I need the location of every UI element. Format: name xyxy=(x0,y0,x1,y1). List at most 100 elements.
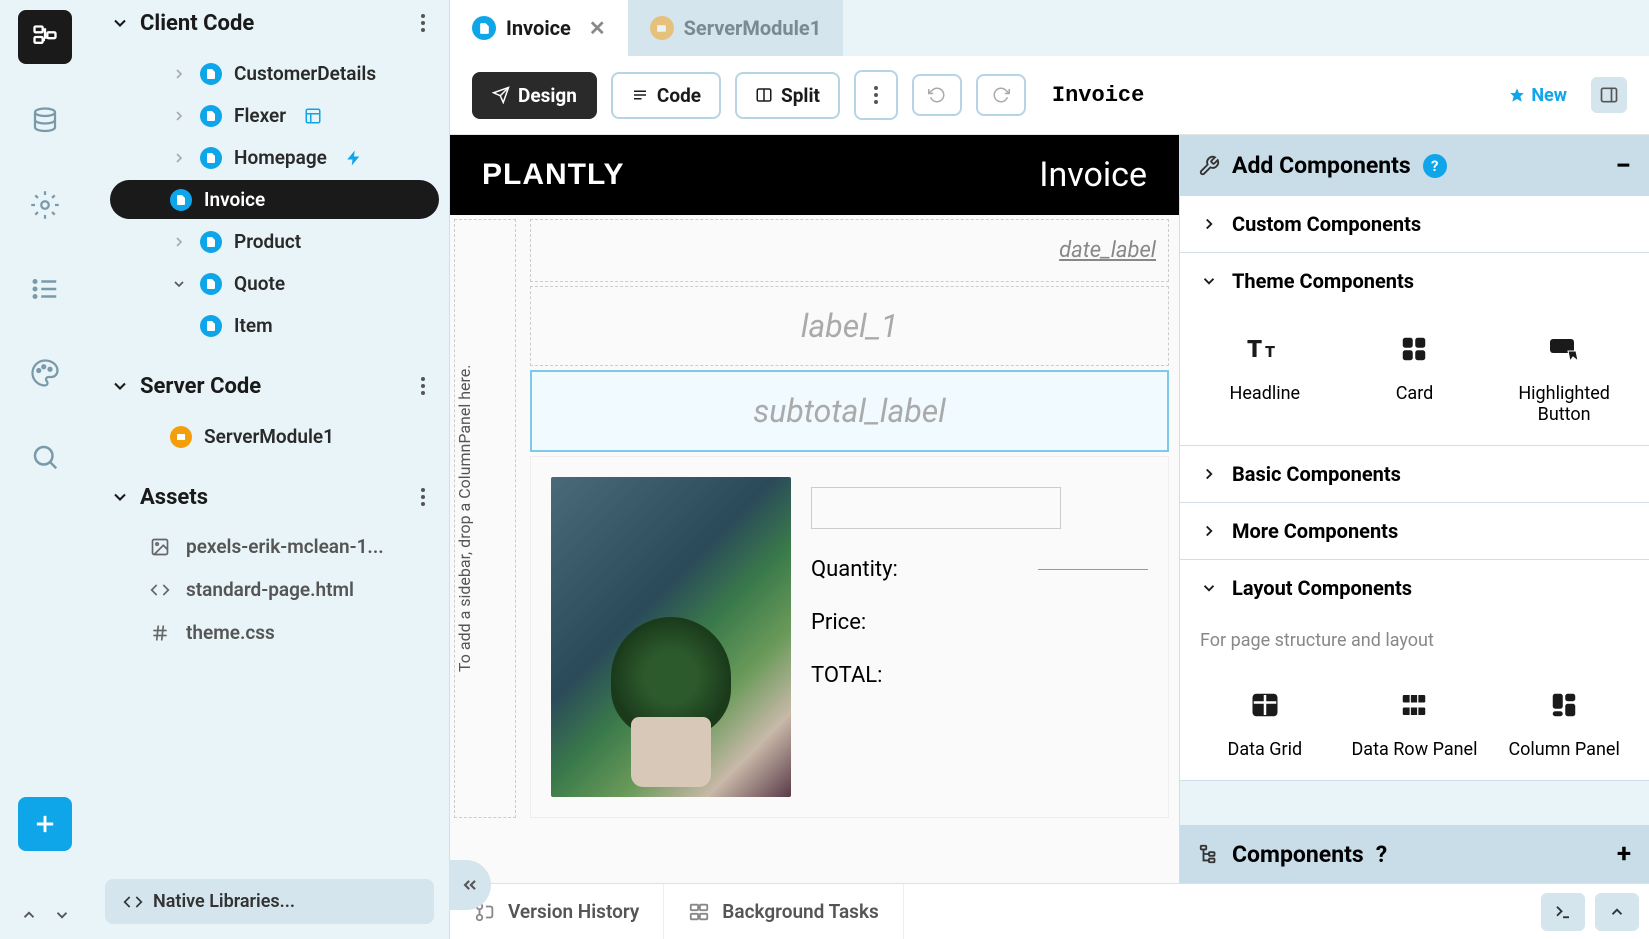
layout-badge-icon xyxy=(304,107,322,125)
server-tree: ServerModule1 xyxy=(90,409,449,474)
tree-item-quote-item[interactable]: Item xyxy=(110,306,439,345)
component-label: Column Panel xyxy=(1508,739,1619,760)
collapse-up-icon[interactable] xyxy=(15,901,43,929)
component-label: Highlighted Button xyxy=(1494,383,1634,425)
collapse-down-icon[interactable] xyxy=(48,901,76,929)
code-button[interactable]: Code xyxy=(611,72,721,119)
component-data-row-panel[interactable]: Data Row Panel xyxy=(1344,685,1484,760)
editor-tabs: Invoice ✕ ServerModule1 xyxy=(450,0,1649,56)
sidebar-dropzone[interactable]: To add a sidebar, drop a ColumnPanel her… xyxy=(454,219,516,818)
add-button[interactable] xyxy=(18,797,72,851)
console-button[interactable] xyxy=(1541,893,1585,931)
tab-servermodule[interactable]: ServerModule1 xyxy=(628,0,844,56)
iconbar-bottom xyxy=(15,901,76,929)
tree-icon xyxy=(1198,843,1220,865)
form-content: date_label label_1 subtotal_label Quanti… xyxy=(520,215,1179,822)
server-code-menu-icon[interactable] xyxy=(417,373,429,399)
component-label: Card xyxy=(1396,383,1434,404)
tree-label: CustomerDetails xyxy=(234,62,376,85)
tab-close-icon[interactable]: ✕ xyxy=(589,16,606,40)
component-headline[interactable]: TT Headline xyxy=(1195,329,1335,425)
background-tasks-tab[interactable]: Background Tasks xyxy=(664,884,903,939)
basic-components-toggle[interactable]: Basic Components xyxy=(1180,446,1649,502)
asset-label: standard-page.html xyxy=(186,578,354,601)
workspace: PLANTLY Invoice To add a sidebar, drop a… xyxy=(450,135,1649,883)
tree-label: Homepage xyxy=(234,146,327,169)
new-button[interactable]: New xyxy=(1509,85,1567,106)
asset-label: theme.css xyxy=(186,621,275,644)
assets-list: pexels-erik-mclean-1... standard-page.ht… xyxy=(90,520,449,669)
image-icon xyxy=(150,537,172,557)
component-column-panel[interactable]: Column Panel xyxy=(1494,685,1634,760)
add-components-header[interactable]: Add Components ? − xyxy=(1180,135,1649,196)
components-tree-header[interactable]: Components ? + xyxy=(1180,825,1649,883)
component-label: Data Row Panel xyxy=(1351,739,1477,760)
theme-palette-icon[interactable] xyxy=(18,346,72,400)
undo-button[interactable] xyxy=(912,74,962,116)
theme-components-section: Theme Components TT Headline Card Highli… xyxy=(1180,253,1649,446)
add-component-tree-icon[interactable]: + xyxy=(1617,839,1631,869)
settings-icon[interactable] xyxy=(18,178,72,232)
background-tasks-label: Background Tasks xyxy=(722,900,878,923)
search-icon[interactable] xyxy=(18,430,72,484)
tree-item-quote[interactable]: Quote xyxy=(110,264,439,303)
sidebar: Client Code CustomerDetails Flexer Homep… xyxy=(90,0,450,939)
asset-item-html[interactable]: standard-page.html xyxy=(90,568,449,611)
tree-item-servermodule1[interactable]: ServerModule1 xyxy=(110,417,439,456)
server-code-header[interactable]: Server Code xyxy=(90,363,449,409)
more-components-section: More Components xyxy=(1180,503,1649,560)
label-1-component[interactable]: label_1 xyxy=(530,286,1169,366)
design-button[interactable]: Design xyxy=(472,72,597,119)
toggle-right-panel-button[interactable] xyxy=(1591,77,1627,113)
column-panel-icon xyxy=(1549,685,1579,725)
tab-invoice[interactable]: Invoice ✕ xyxy=(450,0,628,56)
database-icon[interactable] xyxy=(18,94,72,148)
asset-item-image[interactable]: pexels-erik-mclean-1... xyxy=(90,525,449,568)
total-row[interactable]: TOTAL: xyxy=(811,663,1148,688)
asset-item-css[interactable]: theme.css xyxy=(90,611,449,654)
redo-button[interactable] xyxy=(976,74,1026,116)
client-code-menu-icon[interactable] xyxy=(417,10,429,36)
main-area: Invoice ✕ ServerModule1 Design Code Spli… xyxy=(450,0,1649,939)
component-card[interactable]: Card xyxy=(1344,329,1484,425)
assets-header[interactable]: Assets xyxy=(90,474,449,520)
tab-page-icon xyxy=(472,16,496,40)
assets-menu-icon[interactable] xyxy=(417,484,429,510)
expand-bottom-button[interactable] xyxy=(1595,893,1639,931)
nav-tree-icon[interactable] xyxy=(18,10,72,64)
component-highlighted-button[interactable]: Highlighted Button xyxy=(1494,329,1634,425)
tree-item-customerdetails[interactable]: CustomerDetails xyxy=(110,54,439,93)
more-components-toggle[interactable]: More Components xyxy=(1180,503,1649,559)
new-label: New xyxy=(1531,85,1567,106)
asset-label: pexels-erik-mclean-1... xyxy=(186,535,384,558)
price-row[interactable]: Price: xyxy=(811,610,1148,635)
subtotal-label-component[interactable]: subtotal_label xyxy=(530,370,1169,452)
tree-item-product[interactable]: Product xyxy=(110,222,439,261)
native-libraries-button[interactable]: Native Libraries... xyxy=(105,879,434,924)
help-icon[interactable]: ? xyxy=(1376,841,1387,868)
split-button[interactable]: Split xyxy=(735,72,840,119)
custom-components-toggle[interactable]: Custom Components xyxy=(1180,196,1649,252)
date-label-component[interactable]: date_label xyxy=(530,219,1169,282)
card-icon xyxy=(1399,329,1429,369)
design-canvas[interactable]: PLANTLY Invoice To add a sidebar, drop a… xyxy=(450,135,1179,883)
item-image[interactable] xyxy=(551,477,791,797)
component-data-grid[interactable]: Data Grid xyxy=(1195,685,1335,760)
tree-label: Quote xyxy=(234,272,285,295)
quantity-row[interactable]: Quantity: xyxy=(811,557,1148,582)
item-repeating-panel[interactable]: Quantity: Price: TOTAL: xyxy=(530,456,1169,818)
collapse-panel-icon[interactable]: − xyxy=(1615,149,1631,182)
layout-components-toggle[interactable]: Layout Components xyxy=(1180,560,1649,616)
client-code-header[interactable]: Client Code xyxy=(90,0,449,46)
tree-item-homepage[interactable]: Homepage xyxy=(110,138,439,177)
tree-item-flexer[interactable]: Flexer xyxy=(110,96,439,135)
more-actions-button[interactable] xyxy=(854,70,898,120)
tree-item-invoice[interactable]: Invoice xyxy=(110,180,439,219)
divider-line xyxy=(1038,569,1148,570)
help-icon[interactable]: ? xyxy=(1423,154,1447,178)
quantity-label: Quantity: xyxy=(811,557,898,582)
item-name-input[interactable] xyxy=(811,487,1061,529)
theme-components-toggle[interactable]: Theme Components xyxy=(1180,253,1649,309)
version-history-label: Version History xyxy=(508,900,639,923)
list-icon[interactable] xyxy=(18,262,72,316)
